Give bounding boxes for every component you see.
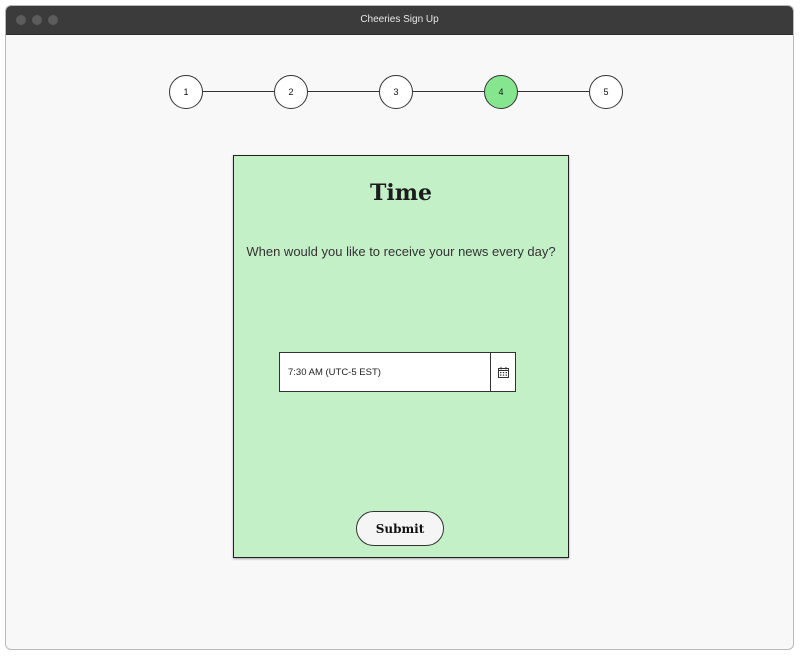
card-question: When would you like to receive your news… [246, 244, 556, 259]
step-5[interactable]: 5 [589, 75, 623, 109]
calendar-button[interactable] [490, 353, 515, 391]
title-bar: Cheeries Sign Up [6, 6, 793, 35]
card-title: Time [369, 180, 432, 206]
signup-card: Time When would you like to receive your… [233, 155, 569, 558]
step-1[interactable]: 1 [169, 75, 203, 109]
window-title: Cheeries Sign Up [360, 14, 439, 25]
app-window: Cheeries Sign Up 1 2 3 4 5 Time When wou… [5, 5, 794, 650]
progress-stepper: 1 2 3 4 5 [169, 75, 623, 109]
calendar-icon [497, 366, 509, 378]
time-picker[interactable]: 7:30 AM (UTC-5 EST) [279, 352, 516, 392]
time-input[interactable]: 7:30 AM (UTC-5 EST) [280, 353, 490, 391]
step-2[interactable]: 2 [274, 75, 308, 109]
step-3[interactable]: 3 [379, 75, 413, 109]
submit-button[interactable]: Submit [356, 511, 444, 546]
step-4[interactable]: 4 [484, 75, 518, 109]
